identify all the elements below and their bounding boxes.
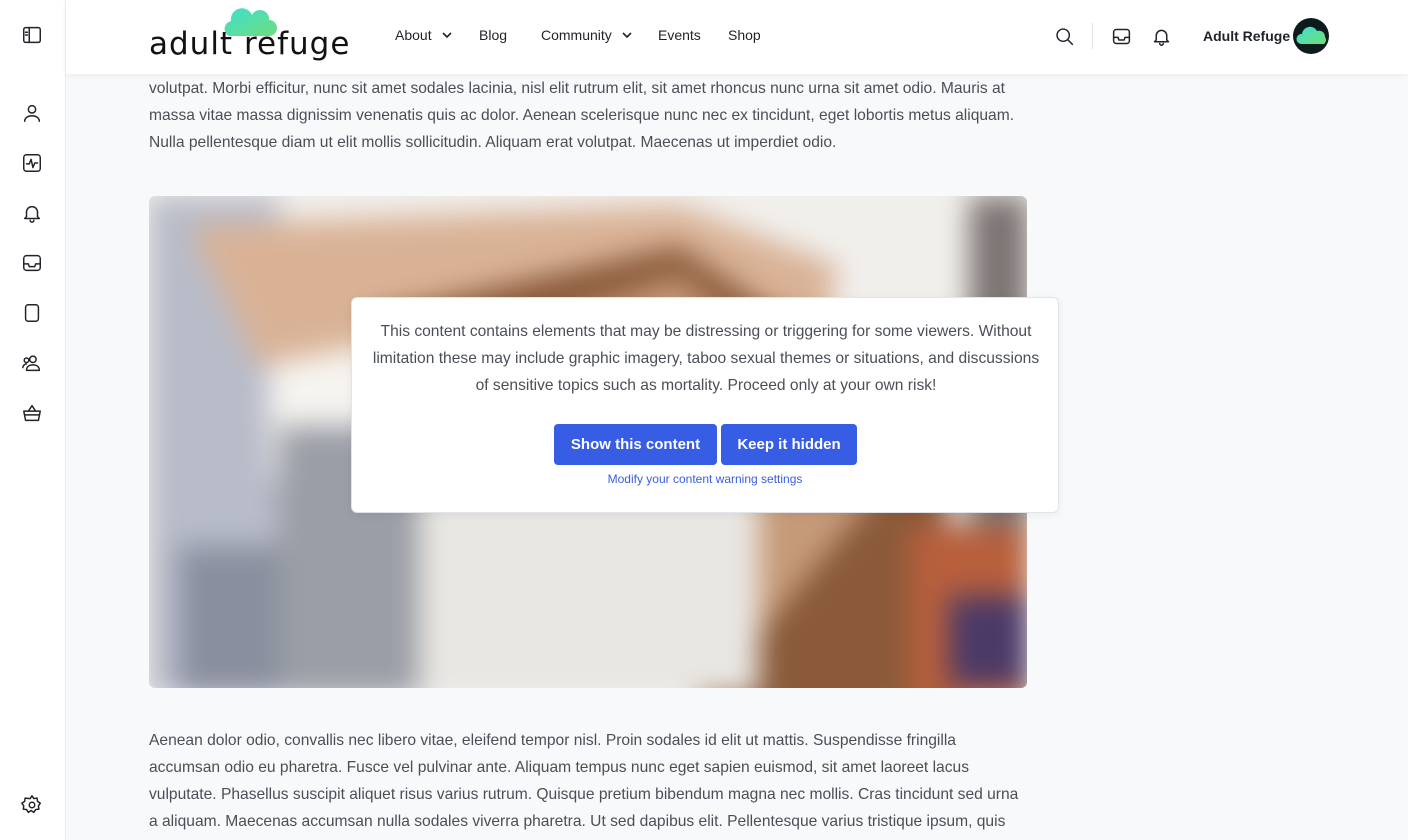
inbox-icon[interactable] [19,250,45,276]
logo-text: adult refuge [149,26,351,62]
keep-hidden-button[interactable]: Keep it hidden [721,424,857,465]
settings-icon[interactable] [19,792,45,818]
article-paragraph: Aenean dolor odio, convallis nec libero … [149,732,1019,830]
chevron-down-icon [442,32,452,39]
document-icon[interactable] [19,300,45,326]
top-header: adult refuge About Blog Community Events… [66,0,1408,74]
show-content-button[interactable]: Show this content [554,424,717,465]
nav-about-label: About [395,27,432,43]
warning-settings-link[interactable]: Modify your content warning settings [352,472,1058,486]
left-sidebar [0,0,66,840]
site-logo[interactable]: adult refuge [149,6,349,66]
bell-icon[interactable] [1149,24,1173,48]
nav-shop[interactable]: Shop [728,27,761,43]
content-warning-card: This content contains elements that may … [351,297,1059,513]
avatar-cloud-icon [1296,26,1326,44]
nav-community-label: Community [541,27,612,43]
nav-about[interactable]: About [395,27,453,43]
nav-events[interactable]: Events [658,27,701,43]
content-warning-text: This content contains elements that may … [372,323,1040,394]
bell-icon[interactable] [19,200,45,226]
nav-blog[interactable]: Blog [479,27,507,43]
basket-icon[interactable] [19,400,45,426]
nav-community[interactable]: Community [541,27,633,43]
nav-events-label: Events [658,27,701,43]
panel-toggle-icon[interactable] [19,22,45,48]
activity-icon[interactable] [19,150,45,176]
chevron-down-icon [622,32,632,39]
search-icon[interactable] [1052,24,1076,48]
header-divider [1092,23,1093,49]
user-name[interactable]: Adult Refuge [1203,28,1290,44]
groups-icon[interactable] [19,350,45,376]
avatar[interactable] [1293,18,1329,54]
user-icon[interactable] [19,100,45,126]
nav-blog-label: Blog [479,27,508,43]
nav-shop-label: Shop [728,27,761,43]
inbox-icon[interactable] [1109,24,1133,48]
